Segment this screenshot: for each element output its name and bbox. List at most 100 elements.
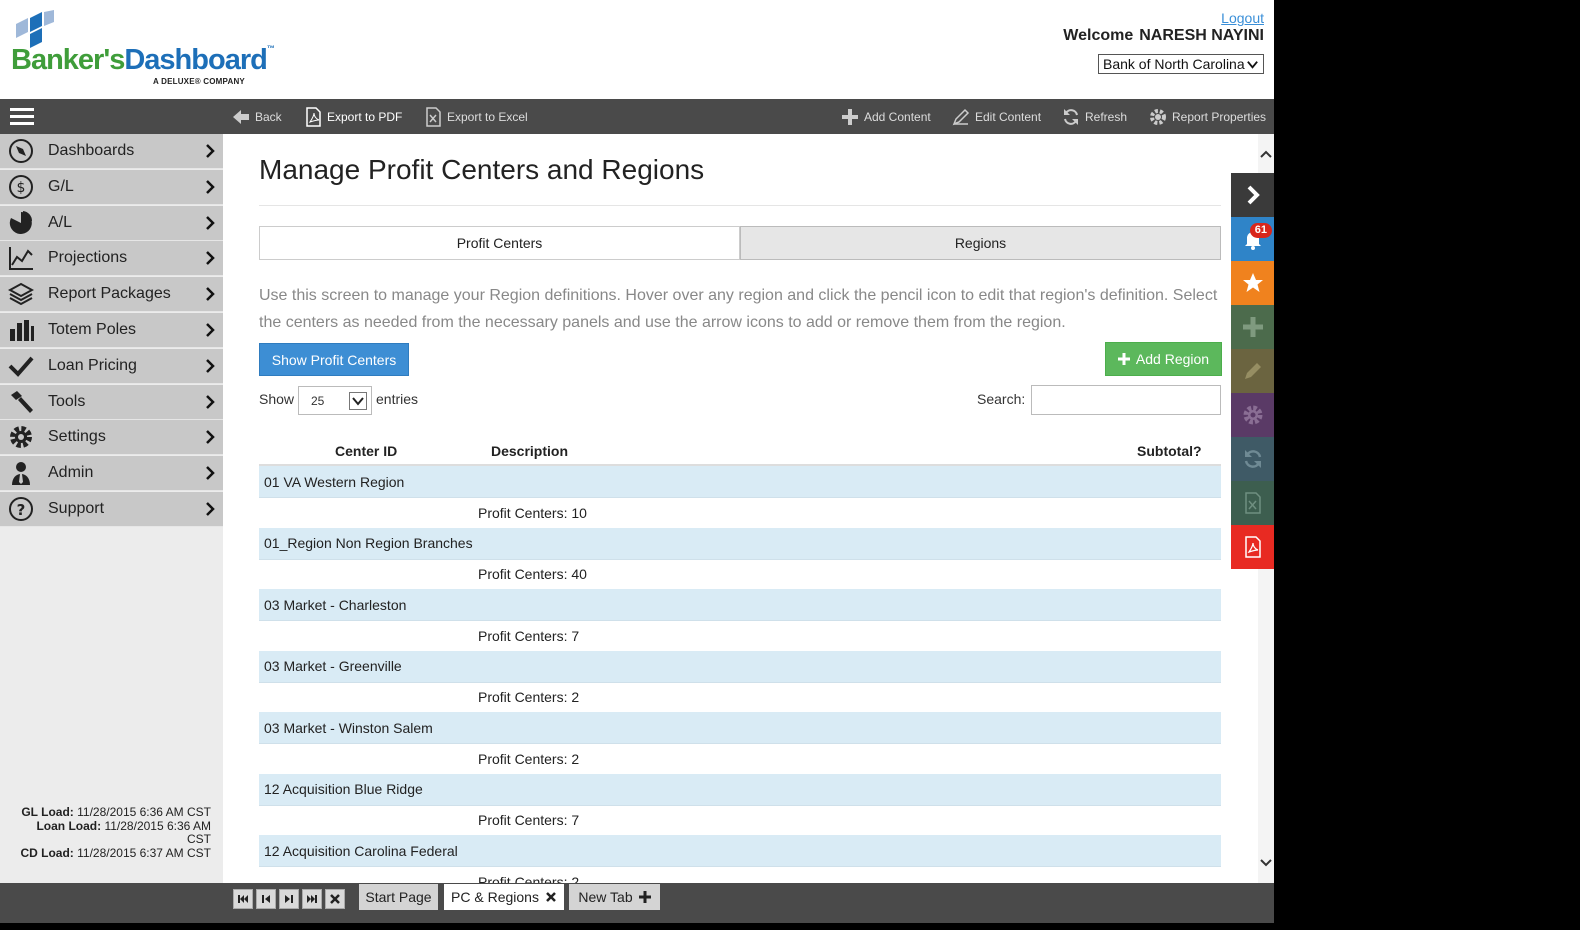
table-row[interactable]: 01_Region Non Region Branches (259, 527, 1221, 560)
report-properties-button[interactable]: Report Properties (1148, 99, 1266, 134)
scroll-up-icon[interactable] (1258, 146, 1274, 162)
sidebar-item-label: Projections (48, 249, 128, 267)
profit-center-count: Profit Centers: 7 (259, 621, 1221, 651)
sidebar-item-totem-poles[interactable]: Totem Poles (0, 312, 223, 348)
toolbar: Back Export to PDF Export to Excel Add C… (0, 99, 1274, 134)
cd-load-label: CD Load: (20, 845, 74, 860)
table-row[interactable]: 01 VA Western Region (259, 466, 1221, 498)
sidebar-item-admin[interactable]: Admin (0, 456, 223, 492)
menu-toggle-button[interactable] (10, 108, 34, 126)
page-title: Manage Profit Centers and Regions (259, 154, 705, 185)
gear-icon (1243, 405, 1262, 425)
rail-add-content-button[interactable] (1231, 305, 1274, 349)
refresh-button[interactable]: Refresh (1061, 99, 1127, 134)
tab-label: PC & Regions (451, 889, 539, 905)
column-header-subtotal[interactable]: Subtotal? (1137, 443, 1202, 459)
sidebar-item-label: Totem Poles (48, 320, 137, 338)
close-icon[interactable] (545, 891, 557, 903)
table-row[interactable]: 12 Acquisition Blue Ridge (259, 773, 1221, 806)
entries-per-page-select[interactable]: 25 (298, 386, 372, 415)
app-window: Banker'sDashboard™ A DELUXE® COMPANY Log… (0, 0, 1274, 923)
compass-icon (9, 139, 33, 163)
chevron-right-icon (206, 323, 215, 337)
dollar-icon: $ (9, 174, 33, 199)
tab-profit-centers[interactable]: Profit Centers (259, 226, 740, 260)
table-row[interactable]: 03 Market - Greenville (259, 650, 1221, 683)
export-pdf-button[interactable]: Export to PDF (303, 99, 402, 134)
sidebar-item-settings[interactable]: Settings (0, 420, 223, 456)
scroll-down-icon[interactable] (1258, 855, 1274, 871)
report-properties-label: Report Properties (1172, 109, 1267, 124)
back-button[interactable]: Back (231, 99, 282, 134)
tab-strip: Profit Centers Regions (259, 226, 1221, 260)
column-header-description[interactable]: Description (491, 443, 568, 459)
gl-load-value: 11/28/2015 6:36 AM CST (77, 805, 211, 819)
admin-user-icon (12, 462, 30, 486)
close-all-tabs-button[interactable] (325, 889, 345, 909)
data-load-info: GL Load: 11/28/2015 6:36 AM CST Loan Loa… (0, 805, 211, 860)
chevron-right-icon (206, 251, 215, 266)
notifications-button[interactable]: 61 (1231, 217, 1274, 261)
sidebar-item-gl[interactable]: $ G/L (0, 169, 223, 205)
show-label: Show (259, 391, 295, 407)
tab-start-page[interactable]: Start Page (359, 884, 438, 910)
sidebar-nav: Dashboards $ G/L A/L Projections Report … (0, 134, 223, 883)
profit-center-count: Profit Centers: 2 (259, 867, 1221, 883)
main-content: Manage Profit Centers and Regions Profit… (223, 134, 1258, 883)
add-region-button[interactable]: Add Region (1105, 342, 1222, 376)
sidebar-item-label: Admin (48, 464, 94, 482)
action-rail: 61 (1231, 173, 1274, 569)
tab-new-tab[interactable]: New Tab (569, 884, 660, 910)
rail-settings-button[interactable] (1231, 393, 1274, 437)
profit-center-count: Profit Centers: 40 (259, 559, 1221, 589)
sidebar-item-loan-pricing[interactable]: Loan Pricing (0, 348, 223, 384)
sidebar-item-label: Dashboards (48, 142, 135, 159)
line-chart-icon (9, 247, 33, 271)
column-header-center-id[interactable]: Center ID (335, 443, 397, 459)
tab-pc-regions[interactable]: PC & Regions (444, 884, 564, 910)
svg-text:$: $ (17, 180, 26, 196)
hamburger-icon-bar (10, 122, 34, 125)
rail-export-excel-button[interactable] (1231, 481, 1274, 525)
next-tab-button[interactable] (279, 889, 299, 909)
bank-select[interactable]: Bank of North Carolina (1098, 54, 1264, 74)
previous-tab-button[interactable] (256, 889, 276, 909)
sidebar-item-al[interactable]: A/L (0, 205, 223, 241)
sidebar-item-report-packages[interactable]: Report Packages (0, 277, 223, 313)
sidebar-item-dashboards[interactable]: Dashboards (0, 134, 223, 169)
export-excel-button[interactable]: Export to Excel (423, 99, 528, 134)
table-row[interactable]: 12 Acquisition Carolina Federal (259, 835, 1221, 867)
add-content-button[interactable]: Add Content (840, 99, 931, 134)
rail-refresh-button[interactable] (1231, 437, 1274, 481)
table-row[interactable]: 03 Market - Winston Salem (259, 712, 1221, 744)
sidebar-item-projections[interactable]: Projections (0, 241, 223, 277)
favorites-button[interactable] (1231, 261, 1274, 305)
next-icon (285, 895, 293, 903)
logout-link[interactable]: Logout (1221, 10, 1264, 26)
show-profit-centers-button[interactable]: Show Profit Centers (259, 343, 409, 376)
last-tab-button[interactable] (302, 889, 322, 909)
sidebar-item-label: Support (48, 499, 105, 517)
hamburger-icon-bar (10, 115, 34, 118)
search-input[interactable] (1031, 385, 1221, 415)
profit-center-count: Profit Centers: 2 (259, 682, 1221, 712)
rail-export-pdf-button[interactable] (1231, 525, 1274, 569)
chevron-right-icon (206, 287, 215, 302)
refresh-label: Refresh (1085, 109, 1128, 124)
user-name: NARESH NAYINI (1139, 27, 1264, 44)
rail-collapse-button[interactable] (1231, 173, 1274, 217)
tab-regions[interactable]: Regions (740, 226, 1221, 260)
pencil-icon (952, 108, 970, 125)
rail-edit-content-button[interactable] (1231, 349, 1274, 393)
sidebar-item-support[interactable]: ? Support (0, 491, 223, 527)
gear-icon (10, 426, 32, 449)
chevron-right-icon (206, 179, 215, 194)
add-region-label: Add Region (1135, 351, 1210, 367)
bankers-dashboard-logo[interactable]: Banker'sDashboard™ A DELUXE® COMPANY (10, 8, 275, 90)
sidebar-item-label: G/L (48, 177, 74, 195)
sidebar-item-tools[interactable]: Tools (0, 384, 223, 420)
first-tab-button[interactable] (233, 889, 253, 909)
close-icon (330, 894, 340, 904)
table-row[interactable]: 03 Market - Charleston (259, 589, 1221, 621)
edit-content-button[interactable]: Edit Content (951, 99, 1041, 134)
